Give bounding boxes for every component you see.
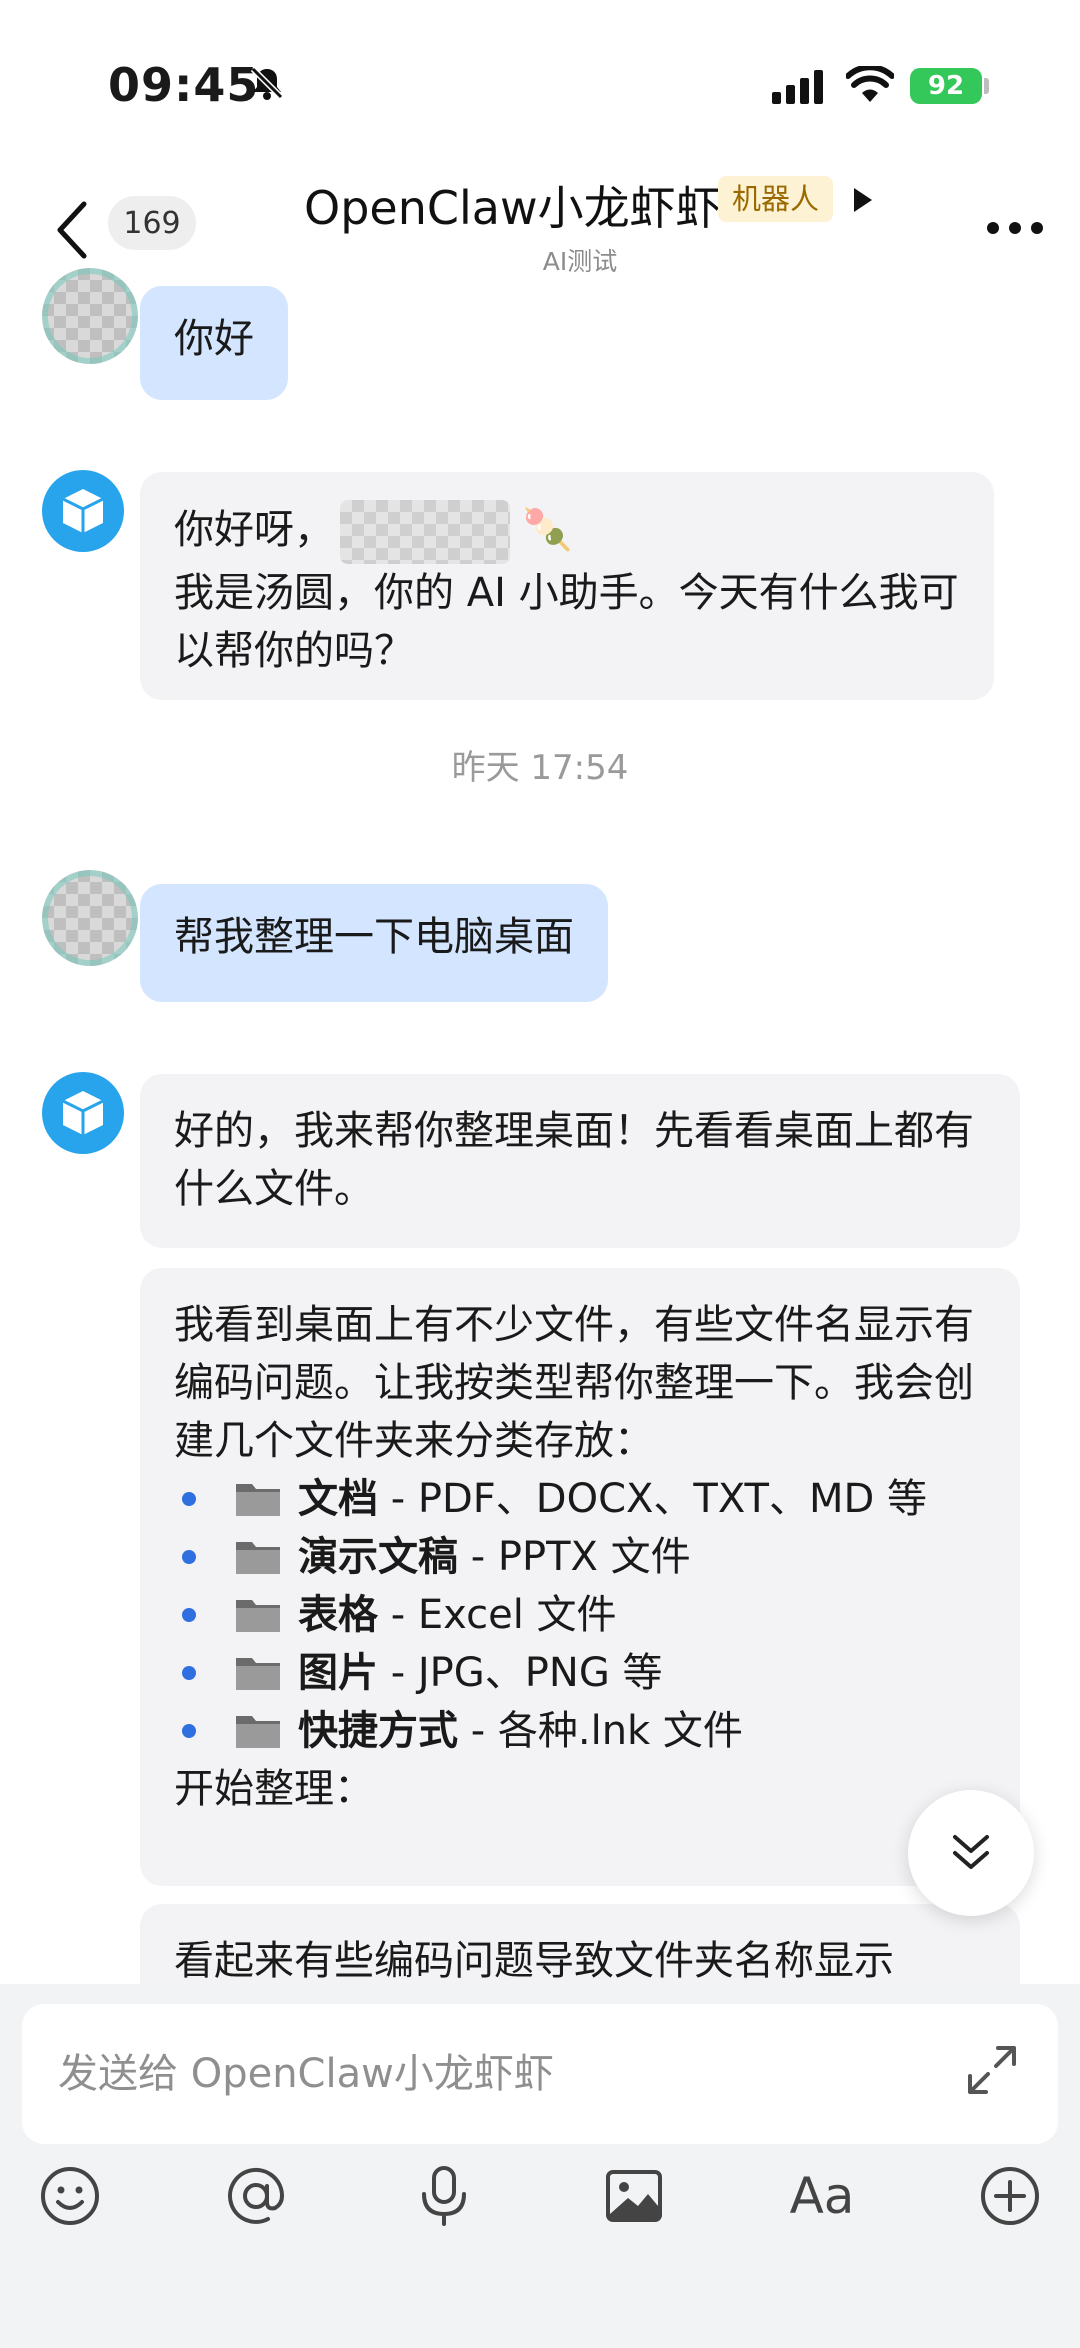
folder-icon bbox=[236, 1600, 280, 1632]
folder-desc: - PPTX 文件 bbox=[458, 1534, 691, 1580]
list-item: 图片 - JPG、PNG 等 bbox=[174, 1644, 986, 1702]
chat-header: 169 OpenClaw小龙虾虾 机器人 AI测试 bbox=[0, 130, 1080, 280]
cube-icon bbox=[62, 1091, 104, 1135]
user-avatar[interactable] bbox=[42, 268, 138, 364]
bot-tag: 机器人 bbox=[718, 176, 834, 222]
font-icon[interactable]: Aa bbox=[782, 2156, 862, 2236]
status-bar: 09:45 92 bbox=[0, 0, 1080, 130]
message-text: 看起来有些编码问题导致文件夹名称显示 bbox=[174, 1938, 894, 1984]
folder-name: 快捷方式 bbox=[298, 1708, 458, 1754]
battery-indicator: 92 bbox=[910, 68, 982, 104]
list-item: 表格 - Excel 文件 bbox=[174, 1586, 986, 1644]
user-avatar[interactable] bbox=[42, 870, 138, 966]
message-input[interactable] bbox=[22, 2004, 1058, 2144]
redacted-username bbox=[340, 500, 510, 564]
bot-greeting-line: 你好呀， 🍡 bbox=[174, 500, 960, 564]
bot-message-bubble: 你好呀， 🍡 我是汤圆，你的 AI 小助手。今天有什么我可以帮你的吗？ bbox=[140, 472, 994, 700]
list-item: 快捷方式 - 各种.lnk 文件 bbox=[174, 1702, 986, 1760]
folder-desc: - JPG、PNG 等 bbox=[378, 1650, 663, 1696]
bullet bbox=[182, 1724, 196, 1738]
user-message-bubble: 帮我整理一下电脑桌面 bbox=[140, 884, 608, 1002]
folder-list: 文档 - PDF、DOCX、TXT、MD 等 演示文稿 - PPTX 文件 表格… bbox=[174, 1470, 986, 1760]
play-icon[interactable] bbox=[852, 186, 874, 218]
message-text: 好的，我来帮你整理桌面！先看看桌面上都有什么文件。 bbox=[174, 1108, 974, 1212]
battery-level: 92 bbox=[927, 71, 965, 101]
message-text: 你好呀， bbox=[174, 507, 334, 553]
list-item: 演示文稿 - PPTX 文件 bbox=[174, 1528, 986, 1586]
folder-name: 演示文稿 bbox=[298, 1534, 458, 1580]
plus-circle-icon[interactable] bbox=[970, 2156, 1050, 2236]
folder-icon bbox=[236, 1542, 280, 1574]
message-text: 我看到桌面上有不少文件，有些文件名显示有编码问题。让我按类型帮你整理一下。我会创… bbox=[174, 1302, 974, 1464]
bullet bbox=[182, 1608, 196, 1622]
emoji-icon[interactable] bbox=[30, 2156, 110, 2236]
mic-icon[interactable] bbox=[404, 2156, 484, 2236]
bot-avatar[interactable] bbox=[42, 470, 124, 552]
scroll-down-icon bbox=[953, 1835, 989, 1869]
folder-desc: - PDF、DOCX、TXT、MD 等 bbox=[378, 1476, 928, 1522]
message-composer: Aa bbox=[0, 1984, 1080, 2348]
scroll-to-bottom-button[interactable] bbox=[908, 1790, 1034, 1916]
folder-name: 表格 bbox=[298, 1592, 378, 1638]
expand-icon[interactable] bbox=[964, 2042, 1020, 2102]
folder-icon bbox=[236, 1716, 280, 1748]
folder-name: 图片 bbox=[298, 1650, 378, 1696]
bell-off-icon bbox=[248, 64, 286, 106]
user-message-bubble: 你好 bbox=[140, 286, 288, 400]
battery-tip bbox=[984, 78, 989, 94]
bullet bbox=[182, 1666, 196, 1680]
more-icon[interactable] bbox=[986, 220, 1044, 239]
dango-emoji: 🍡 bbox=[522, 507, 573, 553]
at-icon[interactable] bbox=[216, 2156, 296, 2236]
message-text: 你好 bbox=[174, 316, 254, 362]
folder-icon bbox=[236, 1658, 280, 1690]
folder-desc: - Excel 文件 bbox=[378, 1592, 617, 1638]
cube-icon bbox=[62, 489, 104, 533]
folder-icon bbox=[236, 1484, 280, 1516]
folder-name: 文档 bbox=[298, 1476, 378, 1522]
chat-title[interactable]: OpenClaw小龙虾虾 bbox=[304, 172, 722, 238]
message-text: 我是汤圆，你的 AI 小助手。今天有什么我可以帮你的吗？ bbox=[174, 570, 959, 674]
bullet bbox=[182, 1492, 196, 1506]
wifi-icon bbox=[845, 64, 895, 108]
status-time: 09:45 bbox=[108, 58, 260, 112]
list-item: 文档 - PDF、DOCX、TXT、MD 等 bbox=[174, 1470, 986, 1528]
bullet bbox=[182, 1550, 196, 1564]
image-icon[interactable] bbox=[594, 2156, 674, 2236]
chat-subtitle: AI测试 bbox=[542, 247, 618, 276]
message-timestamp: 昨天 17:54 bbox=[451, 748, 629, 788]
message-text: 帮我整理一下电脑桌面 bbox=[174, 914, 574, 960]
bot-avatar[interactable] bbox=[42, 1072, 124, 1154]
bot-message-bubble: 我看到桌面上有不少文件，有些文件名显示有编码问题。让我按类型帮你整理一下。我会创… bbox=[140, 1268, 1020, 1886]
bot-message-bubble: 好的，我来帮你整理桌面！先看看桌面上都有什么文件。 bbox=[140, 1074, 1020, 1248]
folder-desc: - 各种.lnk 文件 bbox=[458, 1708, 743, 1754]
signal-icon bbox=[772, 70, 828, 108]
message-text: 开始整理： bbox=[174, 1766, 374, 1812]
